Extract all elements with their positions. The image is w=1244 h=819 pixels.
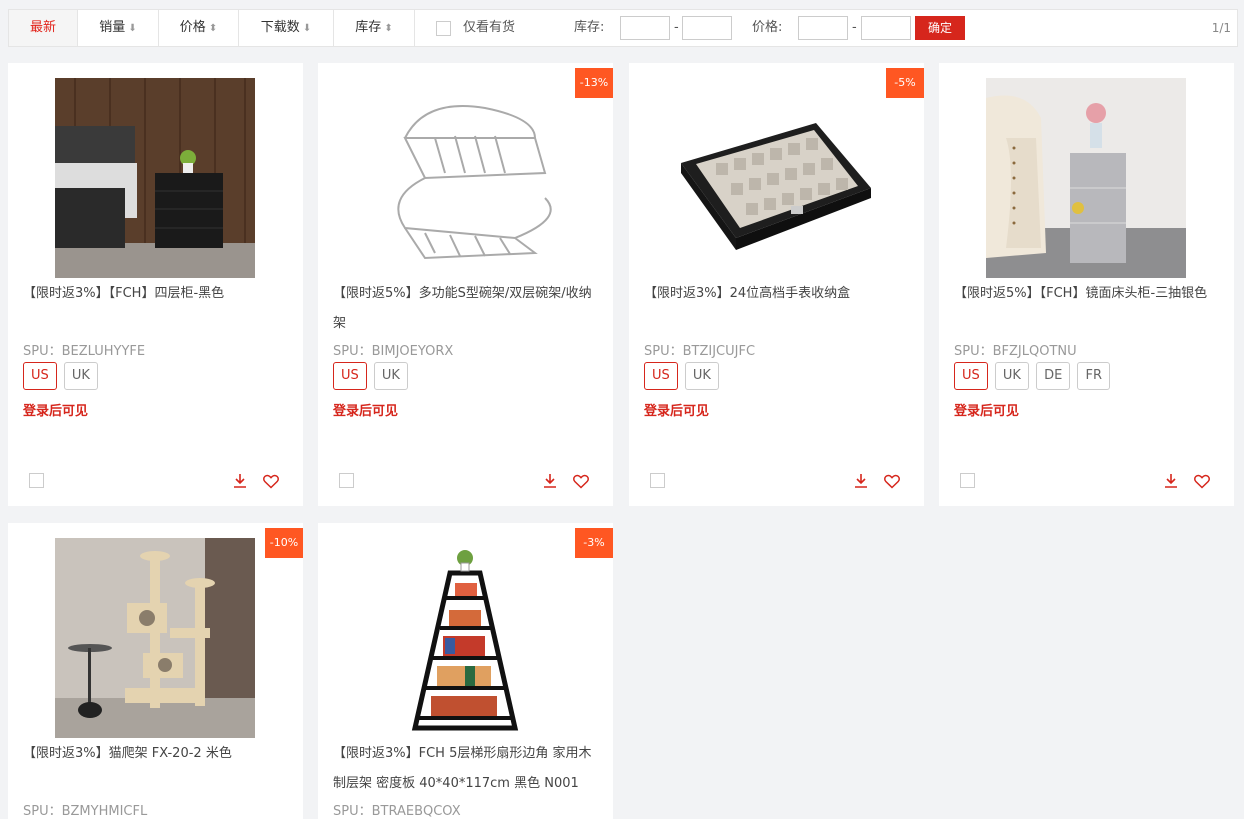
sort-stock-label: 库存 <box>355 20 382 35</box>
filter-toolbar: 最新 销量 ⬇ 价格 ⬍ 下载数 ⬇ 库存 ⬍ 仅看有货 库存: - 价格: - 确定 … <box>8 9 1238 47</box>
region-tag-uk[interactable]: UK <box>994 362 1029 390</box>
discount-badge: -13% <box>575 68 613 98</box>
select-checkbox[interactable] <box>960 473 975 488</box>
download-icon[interactable] <box>852 472 870 490</box>
region-tag-us[interactable]: US <box>23 362 57 390</box>
sort-price-label: 价格 <box>179 20 206 35</box>
login-to-view-text[interactable]: 登录后可见 <box>333 400 398 419</box>
region-tag-us[interactable]: US <box>644 362 678 390</box>
product-card[interactable]: -3% 【限时返3%】FCH 5层梯形扇形边角 家用木制层架 密度板 40*40… <box>318 523 613 819</box>
discount-badge: -10% <box>265 528 303 558</box>
sort-downloads-label: 下载数 <box>260 20 300 35</box>
sort-updown-icon: ⬍ <box>208 23 218 34</box>
page-indicator: 1/1 <box>1211 21 1231 35</box>
download-icon[interactable] <box>1162 472 1180 490</box>
discount-badge: -5% <box>886 68 924 98</box>
select-checkbox[interactable] <box>339 473 354 488</box>
stock-min-input[interactable] <box>620 16 670 40</box>
select-checkbox[interactable] <box>650 473 665 488</box>
login-to-view-text[interactable]: 登录后可见 <box>954 400 1019 419</box>
product-title[interactable]: 【限时返3%】FCH 5层梯形扇形边角 家用木制层架 密度板 40*40*117… <box>333 739 603 799</box>
product-spu: SPU：BTRAEBQCOX <box>333 804 461 819</box>
product-image[interactable] <box>365 538 565 738</box>
heart-icon[interactable] <box>572 472 590 490</box>
product-image[interactable] <box>55 78 255 278</box>
sort-latest-label: 最新 <box>29 20 56 35</box>
product-title[interactable]: 【限时返5%】多功能S型碗架/双层碗架/收纳架 <box>333 279 603 339</box>
product-card[interactable]: -13% 【限时返5%】多功能S型碗架/双层碗架/收纳架 SPU：BIMJOEY… <box>318 63 613 506</box>
discount-badge: -3% <box>575 528 613 558</box>
arrow-down-icon: ⬇ <box>302 23 312 34</box>
region-tag-us[interactable]: US <box>954 362 988 390</box>
region-tags: US UK <box>644 362 722 390</box>
sort-sales-label: 销量 <box>99 20 126 35</box>
heart-icon[interactable] <box>262 472 280 490</box>
stock-range-label: 库存: <box>574 20 605 35</box>
product-image[interactable] <box>55 538 255 738</box>
product-title[interactable]: 【限时返3%】猫爬架 FX-20-2 米色 <box>23 739 293 769</box>
product-image[interactable] <box>986 78 1186 278</box>
select-checkbox[interactable] <box>29 473 44 488</box>
range-dash: - <box>852 20 857 35</box>
product-spu: SPU：BIMJOEYORX <box>333 344 454 359</box>
confirm-button[interactable]: 确定 <box>915 16 965 40</box>
product-image[interactable] <box>365 78 565 278</box>
range-dash: - <box>674 20 679 35</box>
product-image[interactable] <box>676 78 876 278</box>
sort-updown-icon: ⬍ <box>384 23 393 34</box>
in-stock-label: 仅看有货 <box>463 20 516 35</box>
product-spu: SPU：BZMYHMICFL <box>23 804 148 819</box>
price-range-label: 价格: <box>752 20 783 35</box>
region-tags: US UK <box>333 362 411 390</box>
product-card[interactable]: -10% 【限时返3%】猫爬架 FX-20-2 米色 SPU：BZMYHMICF… <box>8 523 303 819</box>
sort-stock-button[interactable]: 库存 ⬍ <box>334 10 415 46</box>
region-tag-fr[interactable]: FR <box>1077 362 1110 390</box>
region-tag-us[interactable]: US <box>333 362 367 390</box>
region-tags: US UK DE FR <box>954 362 1113 390</box>
product-spu: SPU：BFZJLQOTNU <box>954 344 1077 359</box>
in-stock-checkbox[interactable] <box>436 21 451 36</box>
product-card[interactable]: 【限时返3%】【FCH】四层柜-黑色 SPU：BEZLUHYYFE US UK … <box>8 63 303 506</box>
price-min-input[interactable] <box>798 16 848 40</box>
region-tag-uk[interactable]: UK <box>684 362 719 390</box>
region-tag-uk[interactable]: UK <box>63 362 98 390</box>
price-max-input[interactable] <box>861 16 911 40</box>
heart-icon[interactable] <box>883 472 901 490</box>
product-title[interactable]: 【限时返3%】24位高档手表收纳盒 <box>644 279 914 309</box>
download-icon[interactable] <box>541 472 559 490</box>
heart-icon[interactable] <box>1193 472 1211 490</box>
region-tags: US UK <box>23 362 101 390</box>
product-card[interactable]: 【限时返5%】【FCH】镜面床头柜-三抽银色 SPU：BFZJLQOTNU US… <box>939 63 1234 506</box>
sort-downloads-button[interactable]: 下载数 ⬇ <box>239 10 334 46</box>
arrow-down-icon: ⬇ <box>128 23 137 34</box>
region-tag-uk[interactable]: UK <box>373 362 408 390</box>
product-title[interactable]: 【限时返5%】【FCH】镜面床头柜-三抽银色 <box>954 279 1224 309</box>
sort-price-button[interactable]: 价格 ⬍ <box>159 10 239 46</box>
product-title[interactable]: 【限时返3%】【FCH】四层柜-黑色 <box>23 279 293 309</box>
product-spu: SPU：BEZLUHYYFE <box>23 344 146 359</box>
download-icon[interactable] <box>231 472 249 490</box>
region-tag-de[interactable]: DE <box>1036 362 1071 390</box>
login-to-view-text[interactable]: 登录后可见 <box>23 400 88 419</box>
product-spu: SPU：BTZIJCUJFC <box>644 344 756 359</box>
stock-max-input[interactable] <box>682 16 732 40</box>
sort-latest-button[interactable]: 最新 <box>9 10 78 46</box>
sort-sales-button[interactable]: 销量 ⬇ <box>78 10 159 46</box>
product-card[interactable]: -5% 【限时返3%】24位高档手表收纳盒 SPU：BTZIJCUJFC US … <box>629 63 924 506</box>
login-to-view-text[interactable]: 登录后可见 <box>644 400 709 419</box>
